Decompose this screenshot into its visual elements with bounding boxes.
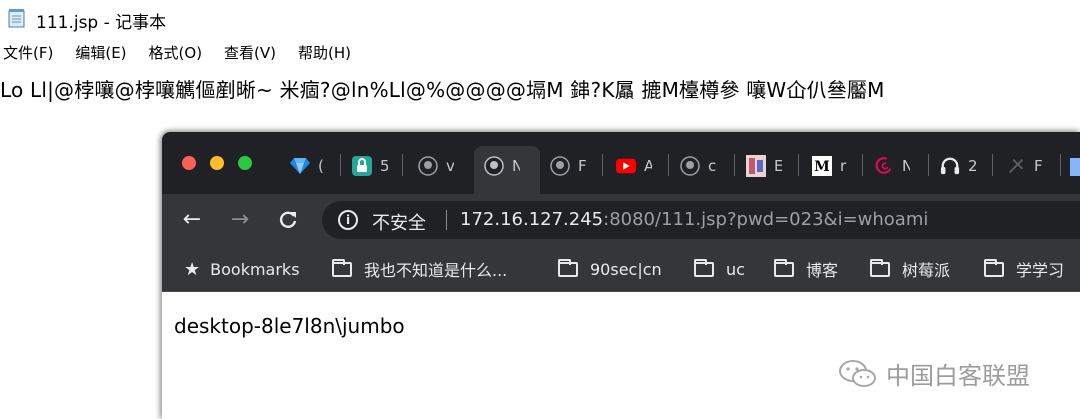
bookmark-label: 90sec|cn [590,259,662,279]
browser-toolbar: ← → i 不安全 172.16.127.245:8080/111.jsp?pw… [162,194,1080,246]
minimize-window-button[interactable] [210,156,224,170]
reload-button[interactable] [274,206,302,234]
lock-app-icon [352,156,372,176]
tab-title: F [1034,157,1042,175]
close-window-button[interactable] [182,156,196,170]
bookmark-folder-5[interactable]: 树莓派 [870,258,950,280]
tab-title: v [446,157,454,175]
tab-title: F [578,157,586,175]
tab-2[interactable]: 5 [352,146,388,186]
bookmark-folder-3[interactable]: uc [694,258,745,280]
notepad-icon [8,9,25,28]
address-separator [446,210,447,230]
tab-title: N [512,157,520,175]
bookmark-label: 博客 [806,261,839,280]
tab-1[interactable]: ( [290,146,326,186]
medium-icon: M [812,156,832,176]
anime-icon [746,155,766,177]
bookmark-label: Bookmarks [210,259,300,279]
folder-icon [870,258,890,277]
svg-text:M: M [814,159,830,175]
tab-9[interactable]: M r [812,146,848,186]
tab-title: c [708,157,716,175]
forward-button[interactable]: → [226,206,254,234]
menu-format[interactable]: 格式(O) [146,42,203,66]
tab-8[interactable]: E [746,146,782,186]
info-icon[interactable]: i [338,210,358,230]
headphones-icon [940,156,960,176]
folder-icon [694,258,714,277]
notepad-titlebar: 111.jsp - 记事本 [0,0,1080,36]
folder-icon [558,258,578,277]
folder-icon [774,258,794,277]
notepad-title: 111.jsp - 记事本 [36,13,167,33]
tab-6[interactable]: A [616,146,652,186]
tab-separator [402,154,403,176]
tab-title: 5 [380,157,388,175]
github-icon [418,156,438,176]
tab-12[interactable]: F [1006,146,1042,186]
address-bar[interactable]: i 不安全 172.16.127.245:8080/111.jsp?pwd=02… [322,201,1080,239]
tab-separator [928,154,929,176]
tab-3[interactable]: v [418,146,454,186]
star-icon: ★ [184,258,201,280]
watermark-text: 中国白客联盟 [886,362,1030,390]
bookmark-folder-2[interactable]: 90sec|cn [558,258,662,280]
url-host: 172.16.127.245 [460,209,604,230]
tab-5[interactable]: F [550,146,586,186]
tab-separator [798,154,799,176]
tab-7[interactable]: c [680,146,716,186]
notepad-menubar: 文件(F) 编辑(E) 格式(O) 查看(V) 帮助(H) [0,42,370,66]
gem-icon [290,156,310,176]
tab-separator [734,154,735,176]
bookmark-folder-4[interactable]: 博客 [774,258,838,280]
wechat-icon [839,359,876,387]
tab-strip: ( 5 v N F A c E M r N 2 F [162,132,1080,194]
bookmarks-bar: ★ Bookmarks 我也不知道是什么... 90sec|cn uc 博客 树… [162,246,1080,292]
url-text[interactable]: 172.16.127.245:8080/111.jsp?pwd=023&i=wh… [460,209,928,230]
menu-help[interactable]: 帮助(H) [295,42,351,66]
tab-10[interactable]: N [874,146,910,186]
debian-icon [874,156,894,176]
security-label[interactable]: 不安全 [372,209,426,235]
back-button[interactable]: ← [178,206,206,234]
tab-title: ( [318,157,324,175]
menu-file[interactable]: 文件(F) [0,42,53,66]
bookmarks-menu[interactable]: ★ Bookmarks [184,258,300,280]
tab-separator [602,154,603,176]
bookmark-label: 学学习 [1016,261,1065,280]
folder-icon [332,258,352,277]
bookmark-label: uc [726,259,745,279]
tab-4[interactable]: N [484,146,520,186]
watermark: 中国白客联盟 [838,356,1030,391]
notepad-text-area[interactable]: Lo Ll|@桲嚷@桲嚷觽傴剷晰~ 米痼?@ln%Ll@%@@@@塥M 鋛?K屭… [0,74,1080,104]
tab-title: E [774,157,782,175]
tab-title: N [902,157,910,175]
maximize-window-button[interactable] [238,156,252,170]
github-icon [550,156,570,176]
tab-separator [668,154,669,176]
bookmark-label: 我也不知道是什么... [364,261,508,280]
tab-title: A [644,157,652,175]
bookmark-folder-1[interactable]: 我也不知道是什么... [332,258,507,280]
overflow-tab-icon[interactable] [1070,158,1080,176]
github-icon [484,156,504,176]
github-icon [680,156,700,176]
tab-separator [862,154,863,176]
command-output: desktop-8le7l8n\jumbo [174,314,405,338]
tab-title: 2 [968,157,976,175]
menu-view[interactable]: 查看(V) [221,42,276,66]
tab-separator [992,154,993,176]
menu-edit[interactable]: 编辑(E) [72,42,126,66]
tab-separator [340,154,341,176]
bookmark-folder-6[interactable]: 学学习 [984,258,1064,280]
youtube-icon [616,156,636,176]
tab-title: r [840,157,847,175]
url-path: :8080/111.jsp?pwd=023&i=whoami [603,209,929,230]
tab-11[interactable]: 2 [940,146,976,186]
tab-separator [1060,154,1061,176]
faded-icon [1006,156,1026,176]
bookmark-label: 树莓派 [902,261,951,280]
folder-icon [984,258,1004,277]
